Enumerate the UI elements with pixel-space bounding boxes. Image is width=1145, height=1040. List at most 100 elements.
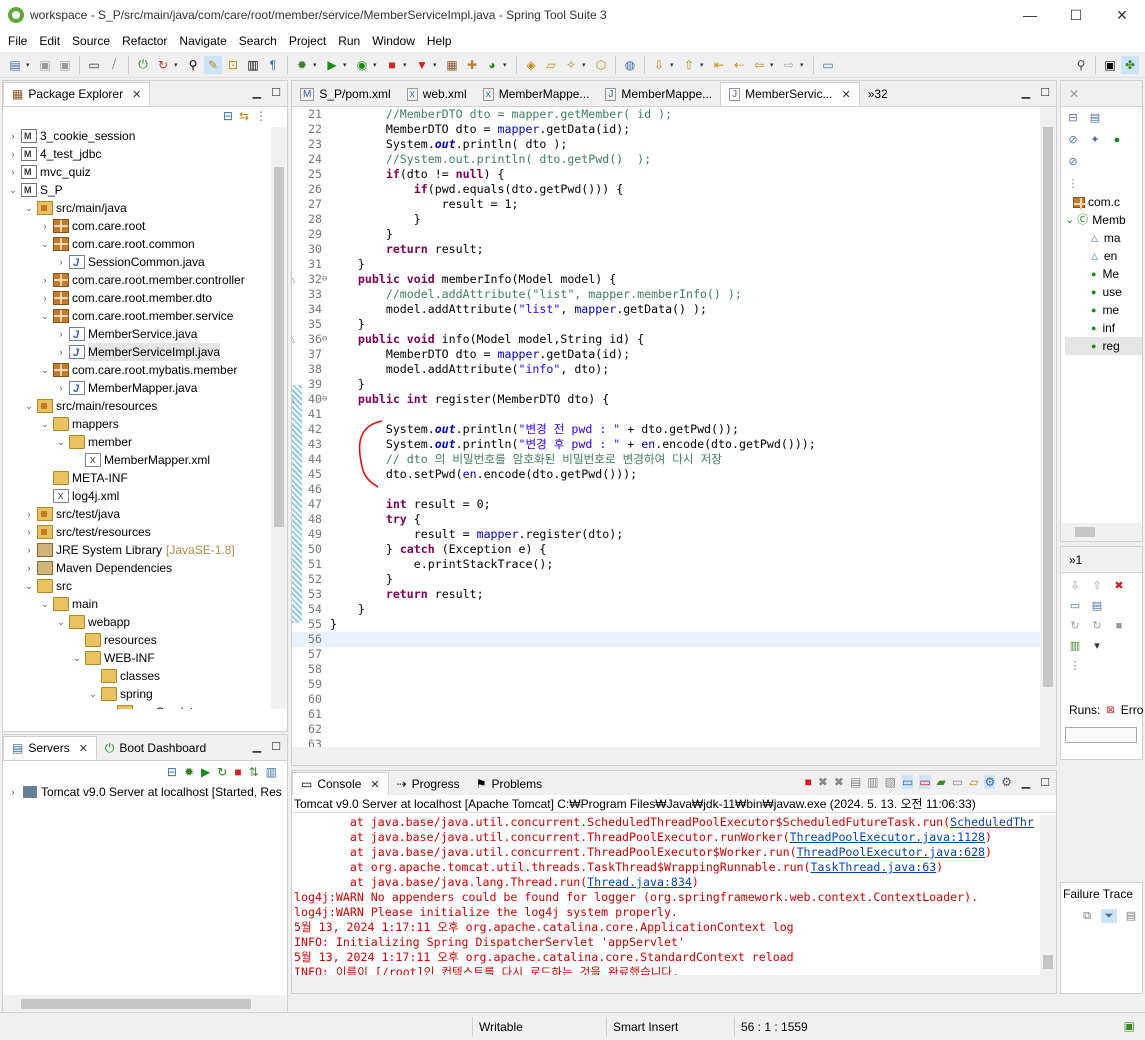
- save-all-icon[interactable]: ▣: [56, 56, 74, 74]
- show-stderr-icon[interactable]: ▭: [919, 775, 931, 789]
- minimize-view-icon[interactable]: ▁: [253, 86, 261, 99]
- show-failures-icon[interactable]: ✖: [1111, 579, 1127, 593]
- tree-item[interactable]: › mvc_quiz: [7, 163, 269, 181]
- tree-item[interactable]: › MemberMapper.java: [7, 379, 269, 398]
- editor-horizontal-scrollbar[interactable]: [292, 747, 1056, 765]
- outline-item[interactable]: △ en: [1065, 247, 1142, 265]
- scrollbar-thumb[interactable]: [274, 167, 284, 527]
- open-type-icon[interactable]: ◈: [522, 56, 540, 74]
- publish-icon[interactable]: ⇅: [249, 765, 259, 779]
- notification-icon[interactable]: ▣: [1124, 1019, 1135, 1033]
- tree-item[interactable]: › src/test/resources: [7, 523, 269, 541]
- stop-icon[interactable]: ■: [1111, 619, 1127, 633]
- tree-item[interactable]: META-INF: [7, 469, 269, 487]
- chevron-down-icon[interactable]: ⌄: [23, 199, 35, 217]
- chevron-down-icon[interactable]: ⌄: [23, 577, 35, 595]
- tree-item[interactable]: › JRE System Library [JavaSE-1.8]: [7, 541, 269, 559]
- tree-item[interactable]: › com.care.root.member.controller: [7, 271, 269, 289]
- open-resource-icon[interactable]: ⬡: [592, 56, 610, 74]
- boot-start-icon[interactable]: ⏻: [134, 56, 152, 74]
- maximize-view-icon[interactable]: ☐: [271, 86, 281, 99]
- outline-item[interactable]: com.c: [1065, 193, 1142, 211]
- stop-icon[interactable]: ■: [383, 56, 401, 74]
- chevron-down-icon[interactable]: ⌄: [39, 307, 51, 325]
- open-folder-icon[interactable]: ▱: [542, 56, 560, 74]
- console-output[interactable]: at java.base/java.util.concurrent.Schedu…: [292, 815, 1038, 975]
- layout-icon[interactable]: ▥: [1067, 639, 1083, 653]
- chevron-down-icon[interactable]: ▾: [313, 61, 321, 69]
- minimize-button[interactable]: —: [1007, 0, 1053, 30]
- outline-item[interactable]: △ ma: [1065, 229, 1142, 247]
- profile-server-icon[interactable]: ↻: [217, 765, 227, 779]
- filter-icon[interactable]: ⏷: [1101, 909, 1117, 923]
- tree-item[interactable]: ⌄ mappers: [7, 415, 269, 433]
- annotation-icon[interactable]: ⊡: [224, 56, 242, 74]
- chevron-right-icon[interactable]: ›: [55, 343, 67, 361]
- word-wrap-icon[interactable]: ▧: [885, 775, 896, 789]
- tab-outline[interactable]: ✕: [1061, 82, 1087, 106]
- chevron-right-icon[interactable]: ›: [23, 505, 35, 523]
- tree-item[interactable]: resources: [7, 631, 269, 649]
- chevron-right-icon[interactable]: ›: [23, 559, 35, 577]
- hide-static-icon[interactable]: ⊘: [1065, 133, 1081, 147]
- override-marker-icon[interactable]: [292, 392, 328, 407]
- public-method-icon[interactable]: ●: [1109, 133, 1125, 147]
- new-class-icon[interactable]: ◕: [483, 56, 501, 74]
- chevron-down-icon[interactable]: ▾: [770, 61, 778, 69]
- gear-icon[interactable]: ⚙: [1001, 775, 1012, 789]
- tab-servers[interactable]: ▤ Servers ✕: [3, 736, 97, 760]
- editor-tab[interactable]: J MemberServic... ✕: [720, 82, 860, 106]
- run-external-icon[interactable]: ◉: [353, 56, 371, 74]
- tree-item[interactable]: › 4_test_jdbc: [7, 145, 269, 163]
- next-annotation-icon[interactable]: ⇩: [650, 56, 668, 74]
- chevron-down-icon[interactable]: ▾: [582, 61, 590, 69]
- chevron-down-icon[interactable]: ▾: [174, 61, 182, 69]
- chevron-down-icon[interactable]: ⌄: [23, 397, 35, 415]
- scroll-lock-icon[interactable]: ▥: [867, 775, 878, 789]
- close-icon[interactable]: ✕: [841, 88, 850, 101]
- highlight-icon[interactable]: ✎: [204, 55, 222, 74]
- hide-non-public-icon[interactable]: ✦: [1087, 133, 1103, 147]
- chevron-right-icon[interactable]: ›: [39, 289, 51, 307]
- menu-run[interactable]: Run: [332, 30, 366, 52]
- spring-perspective-icon[interactable]: ✤: [1121, 55, 1139, 74]
- tab-problems[interactable]: ⚑ Problems: [468, 772, 550, 796]
- chevron-down-icon[interactable]: ⌄: [55, 433, 67, 451]
- menu-edit[interactable]: Edit: [33, 30, 66, 52]
- close-icon[interactable]: ✕: [1069, 87, 1079, 101]
- tree-item[interactable]: ⌄ webapp: [7, 613, 269, 631]
- rerun-failed-icon[interactable]: ↻: [1089, 619, 1105, 633]
- link-editor-icon[interactable]: ⇆: [239, 109, 249, 123]
- next-failure-icon[interactable]: ⇩: [1067, 579, 1083, 593]
- tab-package-explorer[interactable]: ▦ Package Explorer ✕: [3, 82, 151, 106]
- outline-horizontal-scrollbar[interactable]: [1061, 523, 1142, 541]
- view-menu-icon[interactable]: ⋮: [1065, 177, 1081, 191]
- menu-refactor[interactable]: Refactor: [116, 30, 173, 52]
- menu-window[interactable]: Window: [366, 30, 421, 52]
- chevron-down-icon[interactable]: ▾: [503, 61, 511, 69]
- close-button[interactable]: ✕: [1099, 0, 1145, 30]
- source-link[interactable]: Thread.java:834: [587, 875, 692, 889]
- editor-tab[interactable]: x MemberMappe...: [475, 82, 598, 106]
- console-settings-icon[interactable]: ⚙: [984, 775, 996, 789]
- chevron-down-icon[interactable]: ⌄: [39, 235, 51, 253]
- open-perspective-icon[interactable]: ▣: [1101, 56, 1119, 74]
- editor-tab[interactable]: x web.xml: [399, 82, 475, 106]
- tree-item[interactable]: › 3_cookie_session: [7, 127, 269, 145]
- source-link[interactable]: ThreadPoolExecutor.java:1128: [790, 830, 985, 844]
- chevron-down-icon[interactable]: ▾: [343, 61, 351, 69]
- source-link[interactable]: TaskThread.java:63: [811, 860, 937, 874]
- source-link[interactable]: ThreadPoolExecutor.java:628: [797, 845, 985, 859]
- open-console-icon[interactable]: ▱: [969, 775, 978, 789]
- chevron-down-icon[interactable]: ⌄: [7, 181, 19, 199]
- terminal-icon[interactable]: ▭: [85, 56, 103, 74]
- tree-item[interactable]: ⌄ S_P: [7, 181, 269, 199]
- chevron-down-icon[interactable]: ▾: [800, 61, 808, 69]
- chevron-down-icon[interactable]: ▾: [403, 61, 411, 69]
- search-icon[interactable]: ⚲: [1072, 56, 1090, 74]
- override-marker-icon[interactable]: [292, 272, 328, 287]
- chevron-down-icon[interactable]: ⌄: [87, 685, 99, 703]
- close-icon[interactable]: ✕: [132, 88, 141, 101]
- menu-source[interactable]: Source: [66, 30, 116, 52]
- maximize-view-icon[interactable]: ☐: [271, 740, 281, 753]
